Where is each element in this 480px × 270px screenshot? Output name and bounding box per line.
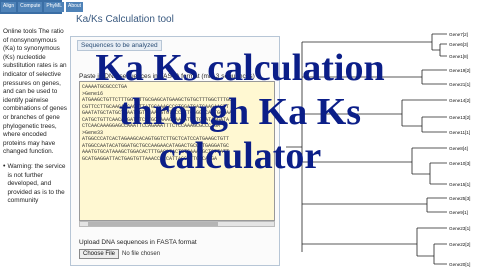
menu-item-phyml[interactable]: PhyML [44, 2, 64, 12]
tree-leaf-label: Gene1[8] [449, 54, 468, 59]
file-upload-row: Choose File No file chosen [79, 249, 160, 259]
scrollbar-thumb[interactable] [88, 222, 218, 226]
menu-item-about[interactable]: About [65, 2, 84, 12]
tree-branch [286, 42, 303, 252]
tree-branch [302, 147, 447, 185]
warning-text: Warning: the service is not further deve… [7, 162, 66, 205]
app-title: Ka/Ks Calculation tool [76, 14, 174, 25]
tree-leaf-label: Gene22[2] [449, 242, 470, 247]
tree-leaf-label: Gene10[3] [449, 161, 470, 166]
menu-item-compute[interactable]: Compute [18, 2, 43, 12]
tree-leaf-label: Gene15[1] [449, 182, 470, 187]
paste-label: Paste in DNA sequences in FASTA format (… [79, 73, 255, 80]
tree-leaf-label: Gene7[2] [449, 32, 468, 37]
menu-item-align[interactable]: Align [1, 2, 17, 12]
tree-branch [302, 197, 447, 213]
tree-leaf-label: Gene8[4] [449, 146, 468, 151]
bullet-icon: • [3, 162, 6, 170]
sequence-form: Sequences to be analyzed Paste in DNA se… [70, 36, 280, 266]
file-status: No file chosen [122, 251, 161, 257]
tree-branch [302, 227, 447, 265]
tree-leaf-label: Gene25[3] [449, 196, 470, 201]
choose-file-button[interactable]: Choose File [79, 249, 120, 259]
tree-branch [302, 69, 447, 85]
phylogenetic-tree: Gene7[2] Gene6[3] Gene1[8] Gene19[2] Gen… [286, 32, 470, 267]
tree-leaf-label: Gene6[3] [449, 42, 468, 47]
upload-label: Upload DNA sequences in FASTA format [79, 239, 197, 246]
tree-leaf-label: Gene9[1] [449, 210, 468, 215]
info-intro: Online tools The ratio of nonsynonymous … [3, 28, 67, 156]
tree-leaf-label: Gene11[1] [449, 130, 470, 135]
sequence-textarea[interactable]: CAAAATGCGCCCTGA >Gene16 ATGAAGCTGTTCTTTG… [79, 81, 275, 221]
tree-leaf-label: Gene20[1] [449, 262, 470, 267]
tree-leaf-label: Gene19[2] [449, 68, 470, 73]
tree-leaf-label: Gene21[1] [449, 82, 470, 87]
warning-note: • Warning: the service is not further de… [3, 163, 68, 206]
tree-leaf-label: Gene23[1] [449, 226, 470, 231]
tab-sequences[interactable]: Sequences to be analyzed [77, 40, 162, 51]
info-panel: Online tools The ratio of nonsynonymous … [0, 28, 68, 268]
top-menu-bar: Align Compute PhyML About [0, 0, 84, 14]
tree-branch [302, 99, 447, 133]
tree-branch [302, 33, 447, 57]
tree-leaf-label: Gene14[2] [449, 98, 470, 103]
tree-leaf-label: Gene13[2] [449, 115, 470, 120]
horizontal-scrollbar[interactable] [79, 221, 275, 227]
